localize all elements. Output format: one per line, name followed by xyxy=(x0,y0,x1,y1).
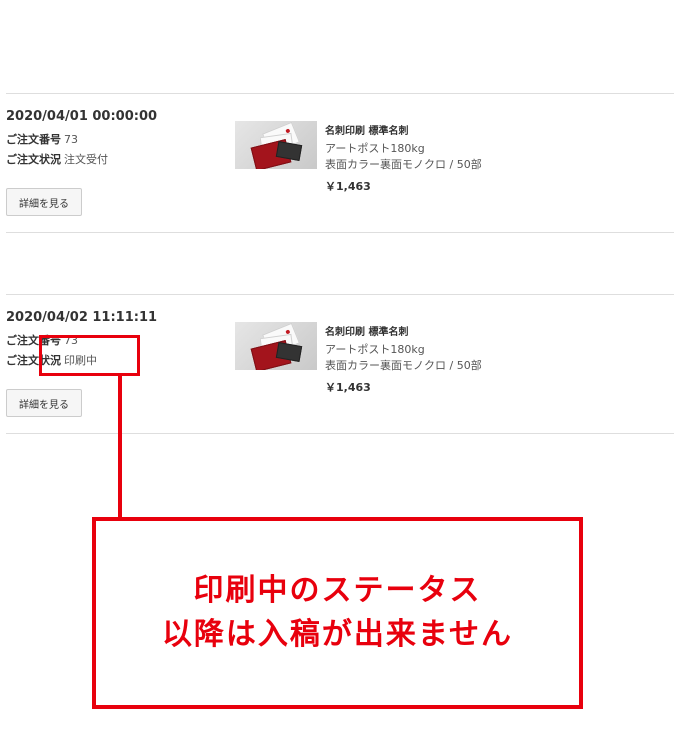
order-status-row: ご注文状況 注文受付 xyxy=(6,151,108,167)
annotation-callout: 印刷中のステータス 以降は入稿が出来ません xyxy=(92,517,583,709)
product-price: ￥1,463 xyxy=(325,381,371,394)
annotation-text-line-2: 以降は入稿が出来ません xyxy=(161,617,514,652)
divider xyxy=(6,294,674,295)
product-price: ￥1,463 xyxy=(325,180,371,193)
order-number-label: ご注文番号 xyxy=(6,133,61,146)
product-paper: アートポスト180kg xyxy=(325,343,425,356)
annotation-text-line-1: 印刷中のステータス xyxy=(193,573,482,608)
order-number: 73 xyxy=(64,133,78,146)
business-card-photo-icon[interactable] xyxy=(235,322,317,370)
product-spec: 表面カラー裏面モノクロ / 50部 xyxy=(325,158,482,171)
order-item: 2020/04/01 00:00:00 ご注文番号 73 ご注文状況 注文受付 詳細… xyxy=(6,109,674,243)
annotation-connector-line xyxy=(118,376,122,517)
product-name[interactable]: 名刺印刷 標準名刺 xyxy=(325,122,408,137)
order-datetime: 2020/04/01 00:00:00 xyxy=(6,109,158,124)
status-highlight-box xyxy=(39,335,140,376)
business-card-photo-icon[interactable] xyxy=(235,121,317,169)
order-status: 注文受付 xyxy=(64,153,108,166)
divider xyxy=(6,93,674,94)
order-datetime: 2020/04/02 11:11:11 xyxy=(6,310,158,325)
product-name[interactable]: 名刺印刷 標準名刺 xyxy=(325,323,408,338)
order-item: 2020/04/02 11:11:11 ご注文番号 73 ご注文状況 印刷中 詳細を… xyxy=(6,310,674,444)
order-status-label: ご注文状況 xyxy=(6,153,61,166)
order-number-row: ご注文番号 73 xyxy=(6,131,78,147)
product-spec: 表面カラー裏面モノクロ / 50部 xyxy=(325,359,482,372)
product-paper: アートポスト180kg xyxy=(325,142,425,155)
detail-button[interactable]: 詳細を見る xyxy=(6,389,82,417)
detail-button[interactable]: 詳細を見る xyxy=(6,188,82,216)
